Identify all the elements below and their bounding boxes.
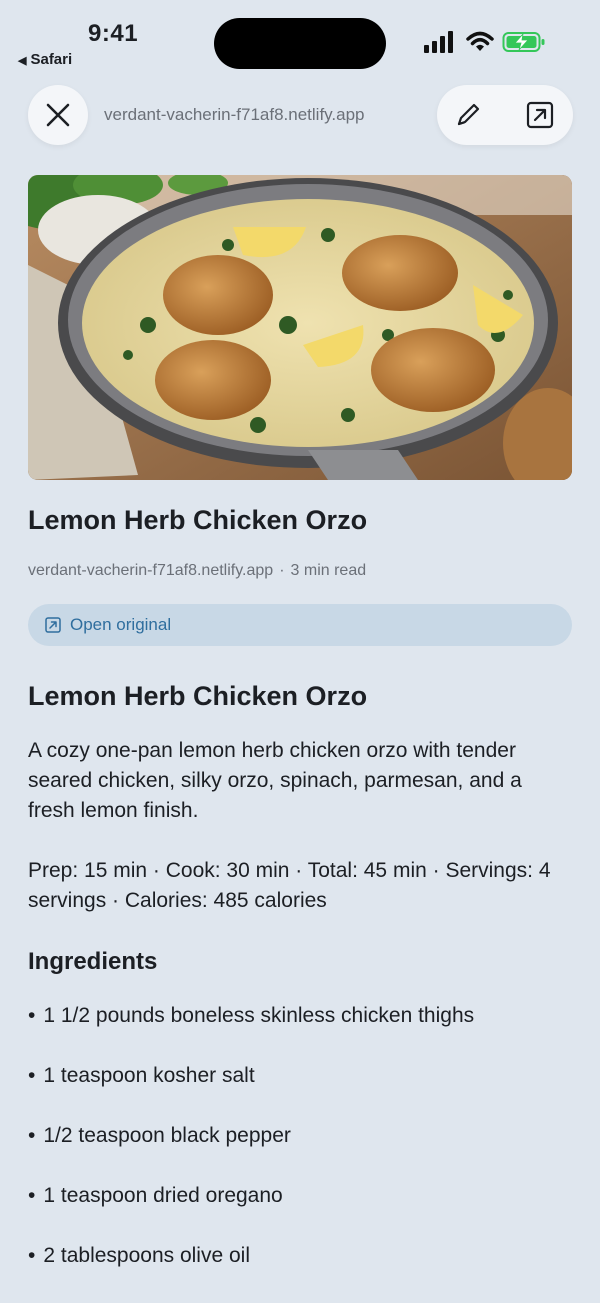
- ingredient-text: 1 1/2 pounds boneless skinless chicken t…: [43, 1004, 475, 1027]
- pencil-icon: [457, 103, 480, 126]
- back-to-app-link[interactable]: ◀ Safari: [18, 51, 72, 68]
- hero-image: [28, 175, 572, 480]
- article-meta: verdant-vacherin-f71af8.netlify.app · 3 mi…: [28, 562, 366, 580]
- open-original-button[interactable]: Open original: [28, 604, 572, 646]
- recipe-heading: Lemon Herb Chicken Orzo: [28, 681, 368, 711]
- meta-separator: ·: [279, 562, 285, 579]
- back-arrow-icon: ◀: [18, 55, 27, 67]
- bullet: •: [28, 1004, 36, 1027]
- toolbar-actions: [437, 85, 573, 145]
- status-bar: 9:41 ◀ Safari: [0, 0, 600, 76]
- bullet: •: [28, 1064, 36, 1087]
- article-read-time: 3 min read: [290, 562, 367, 579]
- edit-button[interactable]: [453, 100, 483, 130]
- ingredient-item: • 1 teaspoon dried oregano: [28, 1184, 283, 1208]
- ingredient-text: 1/2 teaspoon black pepper: [43, 1124, 291, 1147]
- recipe-times: Prep: 15 min · Cook: 30 min · Total: 45 …: [28, 859, 551, 912]
- open-original-label: Open original: [70, 615, 172, 634]
- ingredient-item: • 1/2 teaspoon black pepper: [28, 1124, 291, 1148]
- ingredient-text: 1 teaspoon dried oregano: [43, 1184, 283, 1207]
- ingredient-item: • 2 tablespoons olive oil: [28, 1244, 250, 1268]
- bullet: •: [28, 1244, 36, 1267]
- ingredient-text: 2 tablespoons olive oil: [43, 1244, 250, 1267]
- bullet: •: [28, 1184, 36, 1207]
- battery-charging-icon: [502, 32, 545, 52]
- article-source: verdant-vacherin-f71af8.netlify.app: [28, 562, 274, 579]
- dynamic-island: [214, 18, 386, 69]
- back-app-label: Safari: [30, 51, 73, 68]
- status-time: 9:41: [88, 20, 139, 47]
- bullet: •: [28, 1124, 36, 1147]
- cellular-signal-icon: [424, 31, 453, 53]
- wifi-icon: [466, 31, 494, 51]
- ingredient-text: 1 teaspoon kosher salt: [43, 1064, 255, 1087]
- open-external-button[interactable]: [525, 100, 555, 130]
- close-icon: [46, 103, 70, 127]
- close-button[interactable]: [28, 85, 88, 145]
- article-title: Lemon Herb Chicken Orzo: [28, 505, 368, 535]
- system-icons: [424, 31, 554, 57]
- open-original-icon: [45, 617, 61, 633]
- ingredient-item: • 1 1/2 pounds boneless skinless chicken …: [28, 1004, 474, 1028]
- url-label[interactable]: verdant-vacherin-f71af8.netlify.app: [104, 105, 365, 125]
- ingredient-item: • 1 teaspoon kosher salt: [28, 1064, 255, 1088]
- ingredients-heading: Ingredients: [28, 948, 158, 975]
- recipe-description: A cozy one-pan lemon herb chicken orzo w…: [28, 739, 522, 822]
- open-external-icon: [526, 101, 554, 129]
